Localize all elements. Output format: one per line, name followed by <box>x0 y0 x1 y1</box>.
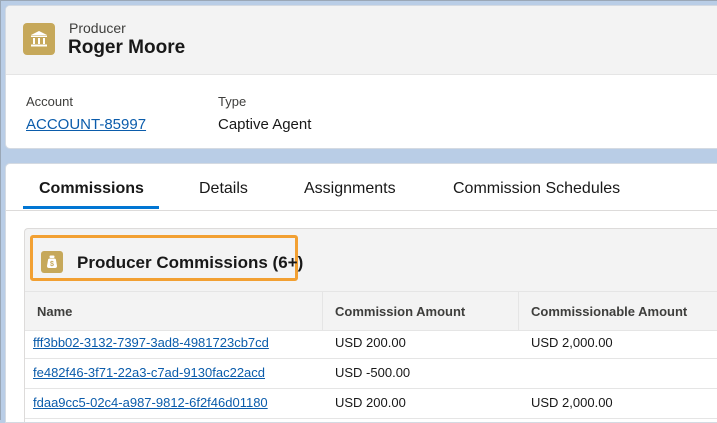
commissionable-amount-cell: USD 2,000.00 <box>531 335 613 350</box>
related-list-header: $ Producer Commissions (6+) <box>25 229 717 291</box>
type-field-label: Type <box>218 94 247 109</box>
commission-name-link[interactable]: fdaa9cc5-02c4-a987-9812-6f2f46d01180 <box>33 395 268 410</box>
svg-text:$: $ <box>50 261 54 268</box>
record-highlights: Producer Roger Moore <box>6 6 717 75</box>
column-divider <box>518 292 519 330</box>
active-tab-indicator <box>23 206 159 209</box>
tab-assignments[interactable]: Assignments <box>304 180 396 198</box>
commissionable-amount-cell: USD 2,000.00 <box>531 395 613 410</box>
table-row: fe482f46-3f71-22a3-c7ad-9130fac22acd USD… <box>25 359 717 389</box>
commission-amount-cell: USD -500.00 <box>335 365 411 380</box>
table-header: Name Commission Amount Commissionable Am… <box>25 291 717 331</box>
commission-amount-cell: USD 200.00 <box>335 395 406 410</box>
page: Producer Roger Moore Account ACCOUNT-859… <box>0 0 717 423</box>
column-header-name[interactable]: Name <box>37 304 72 319</box>
table-row: fff3bb02-3132-7397-3ad8-4981723cb7cd USD… <box>25 329 717 359</box>
tab-commission-schedules[interactable]: Commission Schedules <box>453 180 620 198</box>
object-type-label: Producer <box>69 20 126 36</box>
commission-name-link[interactable]: fe482f46-3f71-22a3-c7ad-9130fac22acd <box>33 365 265 380</box>
tab-details[interactable]: Details <box>199 180 248 198</box>
account-link[interactable]: ACCOUNT-85997 <box>26 116 146 133</box>
type-field-value: Captive Agent <box>218 116 312 133</box>
column-divider <box>322 292 323 330</box>
bank-icon <box>23 23 55 55</box>
tab-bar: Commissions Details Assignments Commissi… <box>6 164 717 211</box>
commission-amount-cell: USD 200.00 <box>335 335 406 350</box>
commission-name-link[interactable]: fff3bb02-3132-7397-3ad8-4981723cb7cd <box>33 335 269 350</box>
commissions-table: Name Commission Amount Commissionable Am… <box>25 291 717 422</box>
record-body: Commissions Details Assignments Commissi… <box>5 163 717 423</box>
record-name: Roger Moore <box>68 37 186 58</box>
related-list-title[interactable]: Producer Commissions (6+) <box>77 253 303 273</box>
producer-commissions-related-list: $ Producer Commissions (6+) Name Commiss… <box>24 228 717 422</box>
column-header-commissionable-amount[interactable]: Commissionable Amount <box>531 304 687 319</box>
column-header-commission-amount[interactable]: Commission Amount <box>335 304 465 319</box>
table-row: fdaa9cc5-02c4-a987-9812-6f2f46d01180 USD… <box>25 389 717 419</box>
money-bag-icon: $ <box>41 251 63 273</box>
record-header: Producer Roger Moore Account ACCOUNT-859… <box>5 5 717 149</box>
tab-commissions[interactable]: Commissions <box>39 180 144 198</box>
account-field-label: Account <box>26 94 73 109</box>
